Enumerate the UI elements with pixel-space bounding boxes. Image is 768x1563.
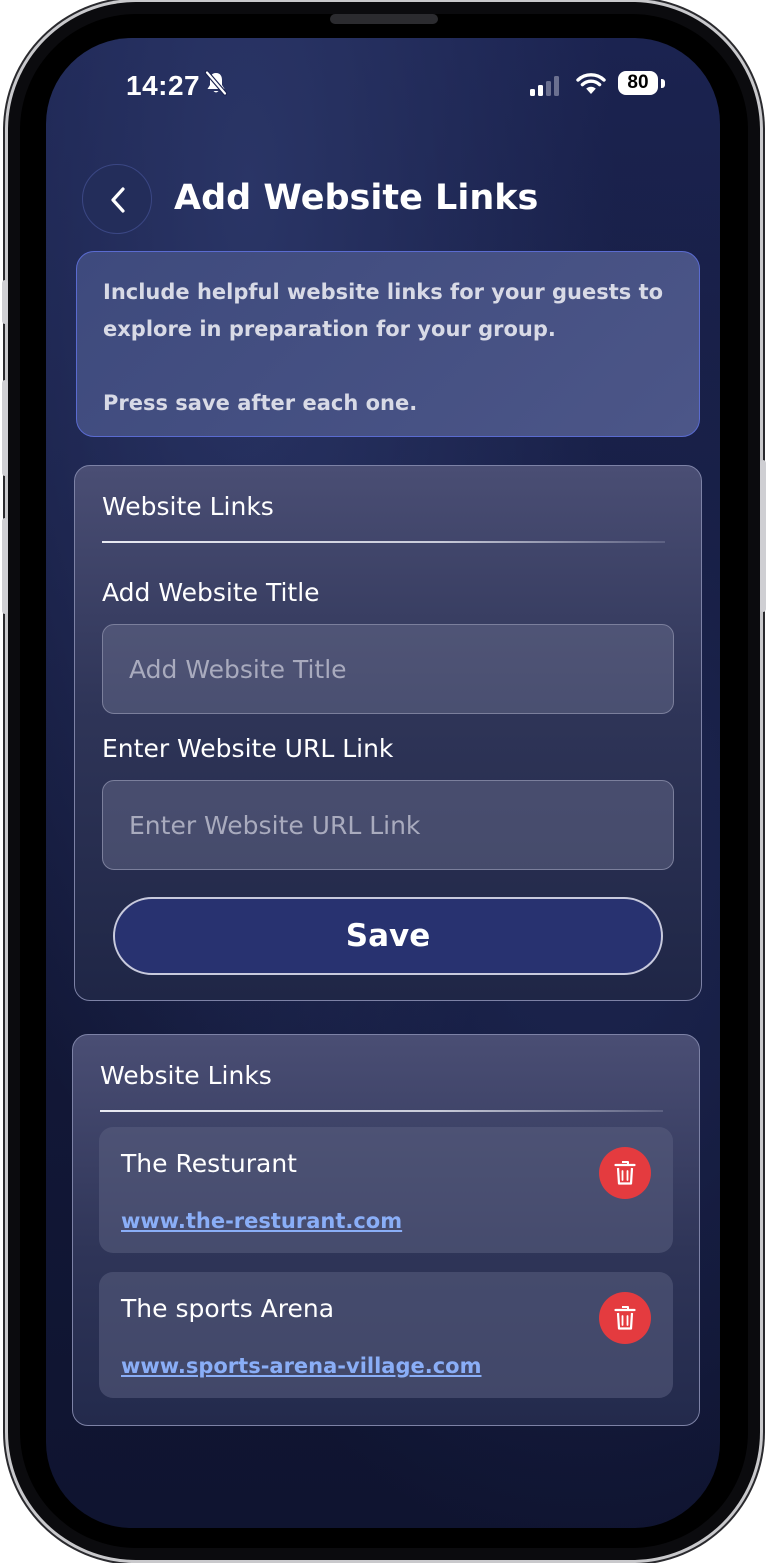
form-heading: Website Links <box>102 492 274 521</box>
chevron-left-icon <box>111 187 125 213</box>
trash-icon <box>614 1161 636 1185</box>
add-link-form: Website Links Add Website Title Enter We… <box>74 465 702 1001</box>
website-title-label: Add Website Title <box>102 578 320 607</box>
speaker-grille <box>330 14 438 24</box>
link-title: The Resturant <box>121 1149 297 1178</box>
saved-links-divider <box>100 1110 663 1112</box>
list-item: The Resturant www.the-resturant.com <box>99 1127 673 1253</box>
saved-links-card: Website Links The Resturant www.the-rest… <box>72 1034 700 1426</box>
mute-switch <box>2 280 8 324</box>
battery-level: 80 <box>618 71 658 95</box>
app-screen: 14:27 80 Add Website Links Include helpf… <box>46 38 720 1528</box>
info-banner: Include helpful website links for your g… <box>76 251 700 437</box>
page-header: Add Website Links <box>46 164 720 236</box>
link-url[interactable]: www.the-resturant.com <box>121 1209 402 1233</box>
cellular-signal-icon <box>530 76 559 96</box>
info-save-hint: Press save after each one. <box>103 391 418 415</box>
website-title-input[interactable] <box>102 624 674 714</box>
page-title: Add Website Links <box>174 178 539 218</box>
save-button[interactable]: Save <box>113 897 663 975</box>
bell-muted-icon <box>204 70 228 96</box>
delete-link-button[interactable] <box>599 1147 651 1199</box>
wifi-icon <box>576 73 606 94</box>
website-url-label: Enter Website URL Link <box>102 734 394 763</box>
power-button <box>760 460 766 612</box>
volume-up-button <box>2 380 8 476</box>
form-heading-divider <box>102 541 665 543</box>
link-title: The sports Arena <box>121 1294 335 1323</box>
battery-icon-tip <box>661 79 665 88</box>
volume-down-button <box>2 518 8 614</box>
status-bar: 14:27 80 <box>46 68 720 102</box>
info-text: Include helpful website links for your g… <box>103 280 664 341</box>
delete-link-button[interactable] <box>599 1292 651 1344</box>
trash-icon <box>614 1306 636 1330</box>
link-url[interactable]: www.sports-arena-village.com <box>121 1354 481 1378</box>
saved-links-heading: Website Links <box>100 1061 272 1090</box>
status-time: 14:27 <box>126 70 201 101</box>
website-url-input[interactable] <box>102 780 674 870</box>
back-button[interactable] <box>82 164 152 234</box>
list-item: The sports Arena www.sports-arena-villag… <box>99 1272 673 1398</box>
